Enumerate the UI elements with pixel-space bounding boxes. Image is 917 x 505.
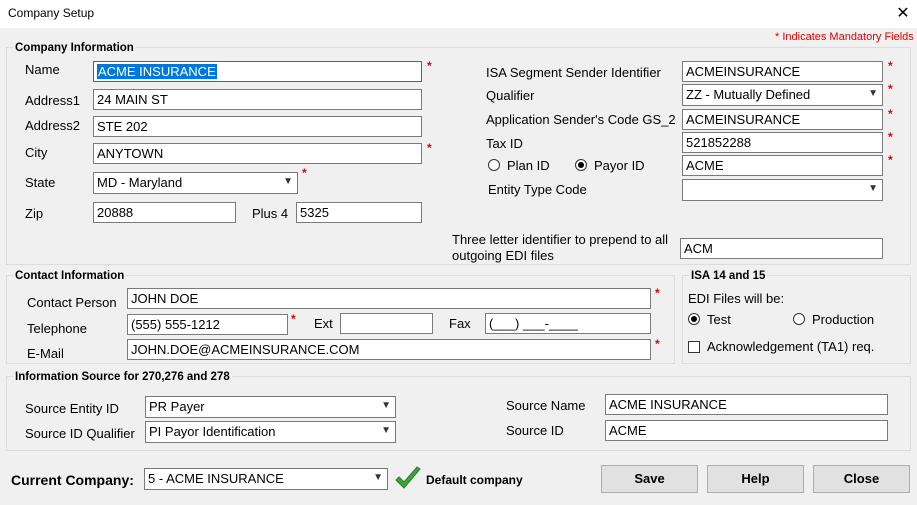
source-qualifier-value: PI Payor Identification	[149, 424, 276, 439]
zip-label: Zip	[25, 206, 44, 221]
payor-id-radio[interactable]	[575, 159, 587, 171]
name-input[interactable]: ACME INSURANCE	[93, 61, 422, 82]
contact-person-required-star: *	[655, 286, 660, 300]
edi-files-label: EDI Files will be:	[688, 291, 785, 306]
name-required-star: *	[427, 59, 432, 73]
payor-id-label: Payor ID	[594, 158, 645, 173]
prefix-label-line2: outgoing EDI files	[452, 248, 554, 263]
address2-input[interactable]: STE 202	[93, 116, 422, 137]
zip-input[interactable]: 20888	[93, 202, 236, 223]
email-required-star: *	[655, 337, 660, 351]
entity-type-select[interactable]: ▼	[682, 179, 883, 201]
prefix-input[interactable]: ACM	[680, 238, 883, 259]
chevron-down-icon: ▼	[373, 472, 383, 483]
qualifier-value: ZZ - Mutually Defined	[686, 87, 811, 102]
contact-person-label: Contact Person	[27, 295, 117, 310]
entity-type-label: Entity Type Code	[488, 182, 587, 197]
email-label: E-Mail	[27, 346, 64, 361]
address1-input[interactable]: 24 MAIN ST	[93, 89, 422, 110]
city-input[interactable]: ANYTOWN	[93, 143, 422, 164]
prefix-label-line1: Three letter identifier to prepend to al…	[452, 232, 669, 247]
ack-ta1-checkbox[interactable]	[688, 341, 700, 353]
contact-person-input[interactable]: JOHN DOE	[127, 288, 651, 309]
ext-input[interactable]	[340, 313, 433, 334]
ext-label: Ext	[314, 316, 333, 331]
qualifier-select[interactable]: ZZ - Mutually Defined ▼	[682, 84, 883, 106]
name-label: Name	[25, 62, 60, 77]
production-label: Production	[812, 312, 875, 327]
current-company-value: 5 - ACME INSURANCE	[148, 471, 284, 486]
isa-14-15-title: ISA 14 and 15	[689, 270, 768, 282]
production-radio[interactable]	[793, 313, 805, 325]
plus4-input[interactable]: 5325	[296, 202, 422, 223]
state-label: State	[25, 175, 56, 190]
window-title: Company Setup	[8, 6, 95, 20]
plan-id-label: Plan ID	[507, 158, 550, 173]
chevron-down-icon: ▼	[868, 88, 878, 99]
state-required-star: *	[302, 166, 307, 180]
source-qualifier-label: Source ID Qualifier	[25, 426, 135, 441]
telephone-required-star: *	[291, 312, 296, 326]
mandatory-note: * Indicates Mandatory Fields	[775, 31, 914, 43]
isa-sender-required-star: *	[888, 59, 893, 73]
test-radio[interactable]	[688, 313, 700, 325]
email-input[interactable]: JOHN.DOE@ACMEINSURANCE.COM	[127, 339, 651, 360]
window-close-button[interactable]: ✕	[893, 3, 913, 23]
source-entity-select[interactable]: PR Payer ▼	[145, 396, 396, 418]
chevron-down-icon: ▼	[283, 176, 293, 187]
city-required-star: *	[427, 141, 432, 155]
close-button[interactable]: Close	[813, 465, 910, 493]
telephone-input[interactable]: (555) 555-1212	[127, 314, 288, 335]
title-bar	[0, 0, 917, 28]
help-button[interactable]: Help	[707, 465, 804, 493]
taxid-required-star: *	[888, 130, 893, 144]
chevron-down-icon: ▼	[868, 183, 878, 194]
chevron-down-icon: ▼	[381, 400, 391, 411]
chevron-down-icon: ▼	[381, 425, 391, 436]
source-entity-value: PR Payer	[149, 399, 205, 414]
source-id-input[interactable]: ACME	[605, 420, 888, 441]
company-info-title: Company Information	[13, 42, 136, 54]
qualifier-required-star: *	[888, 82, 893, 96]
info-source-title: Information Source for 270,276 and 278	[13, 371, 232, 383]
taxid-input[interactable]: 521852288	[682, 132, 883, 153]
city-label: City	[25, 145, 48, 160]
plan-id-radio[interactable]	[488, 159, 500, 171]
telephone-label: Telephone	[27, 321, 87, 336]
current-company-select[interactable]: 5 - ACME INSURANCE ▼	[144, 468, 388, 490]
source-entity-label: Source Entity ID	[25, 401, 119, 416]
ack-ta1-label: Acknowledgement (TA1) req.	[707, 339, 875, 354]
gs2-label: Application Sender's Code GS_2	[486, 112, 676, 127]
isa-sender-label: ISA Segment Sender Identifier	[486, 65, 661, 80]
address1-label: Address1	[25, 93, 80, 108]
isa-sender-input[interactable]: ACMEINSURANCE	[682, 61, 883, 82]
gs2-input[interactable]: ACMEINSURANCE	[682, 109, 883, 130]
state-select[interactable]: MD - Maryland ▼	[93, 172, 298, 194]
fax-label: Fax	[449, 316, 471, 331]
default-company-label: Default company	[426, 473, 523, 487]
save-button[interactable]: Save	[601, 465, 698, 493]
current-company-label: Current Company:	[11, 472, 134, 488]
qualifier-label: Qualifier	[486, 88, 535, 103]
address2-label: Address2	[25, 118, 80, 133]
plus4-label: Plus 4	[252, 206, 289, 221]
source-qualifier-select[interactable]: PI Payor Identification ▼	[145, 421, 396, 443]
state-value: MD - Maryland	[97, 175, 183, 190]
payor-id-input[interactable]: ACME	[682, 155, 883, 176]
taxid-label: Tax ID	[486, 136, 523, 151]
gs2-required-star: *	[888, 107, 893, 121]
source-name-input[interactable]: ACME INSURANCE	[605, 394, 888, 415]
fax-input[interactable]: (___) ___-____	[485, 313, 651, 334]
payor-id-required-star: *	[888, 153, 893, 167]
source-name-label: Source Name	[506, 398, 586, 413]
checkmark-icon	[395, 466, 421, 489]
contact-info-title: Contact Information	[13, 270, 127, 282]
source-id-label: Source ID	[506, 423, 564, 438]
test-label: Test	[707, 312, 731, 327]
